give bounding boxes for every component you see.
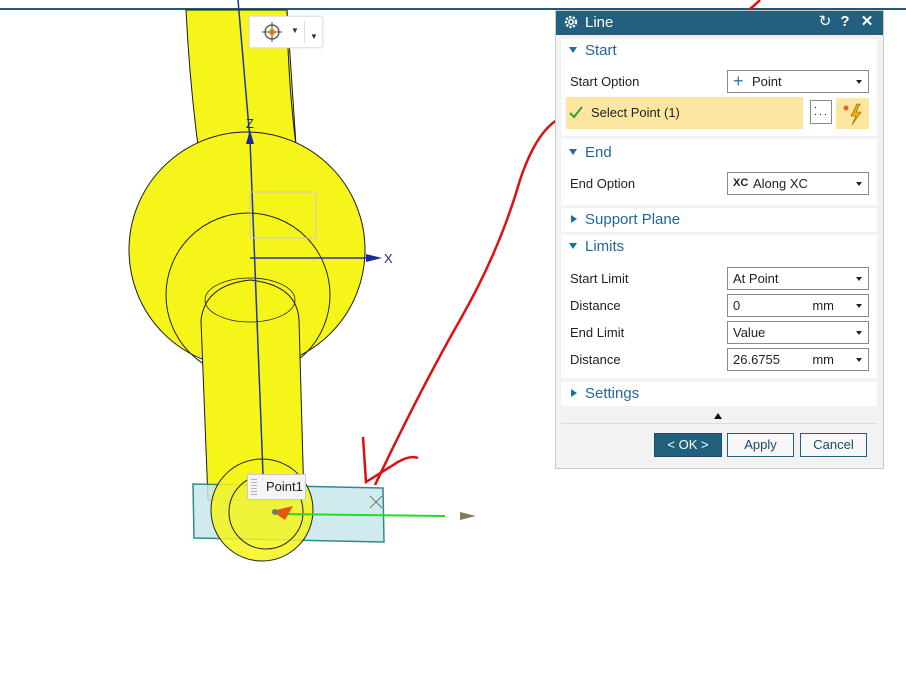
end-limit-label: End Limit	[570, 325, 625, 340]
start-section-header[interactable]: Start	[561, 42, 877, 62]
expand-arrow-icon	[571, 215, 577, 223]
settings-section: Settings	[561, 382, 877, 406]
gear-icon	[564, 15, 578, 29]
dialog-titlebar[interactable]: Line ↻ ? ✕	[556, 11, 883, 35]
end-section-header[interactable]: End	[561, 144, 877, 164]
settings-header[interactable]: Settings	[561, 385, 877, 405]
chevron-down-icon	[856, 182, 862, 186]
chevron-down-icon	[856, 331, 862, 335]
settings-label: Settings	[585, 385, 640, 402]
distance2-input[interactable]: 26.6755 mm	[727, 348, 869, 371]
chevron-down-icon	[856, 80, 862, 84]
toolbar-overflow-icon[interactable]: ▼	[310, 32, 318, 41]
chevron-down-icon[interactable]	[856, 304, 862, 308]
drag-grip-icon[interactable]	[251, 479, 257, 495]
chevron-down-icon[interactable]	[856, 358, 862, 362]
support-plane-label: Support Plane	[585, 211, 681, 228]
point-dot	[272, 509, 278, 515]
end-limit-value: Value	[733, 325, 766, 340]
end-header-label: End	[585, 144, 612, 161]
end-option-label: End Option	[570, 176, 636, 191]
start-option-dropdown[interactable]: + Point	[727, 70, 869, 93]
distance2-value: 26.6755	[733, 352, 780, 367]
distance1-input[interactable]: 0 mm	[727, 294, 869, 317]
point-dialog-button[interactable]: ... .	[810, 100, 832, 124]
end-option-prefix: XC	[733, 177, 749, 189]
ok-button[interactable]: < OK >	[654, 433, 722, 457]
limits-header-label: Limits	[585, 238, 625, 255]
support-plane-section: Support Plane	[561, 208, 877, 232]
limits-section-header[interactable]: Limits	[561, 238, 877, 258]
limits-section: Limits Start Limit At Point Distance 0 m…	[561, 235, 877, 378]
distance2-unit: mm	[812, 352, 834, 367]
select-point-label: Select Point (1)	[591, 105, 680, 120]
collapse-arrow-icon	[569, 243, 577, 249]
expand-arrow-icon	[571, 389, 577, 397]
end-option-dropdown[interactable]: XC Along XC	[727, 172, 869, 195]
point-label-tag[interactable]: Point1	[247, 474, 306, 500]
end-section: End End Option XC Along XC	[561, 139, 877, 205]
start-option-label: Start Option	[570, 74, 640, 89]
z-axis-label: Z	[246, 116, 254, 131]
support-plane-header[interactable]: Support Plane	[561, 211, 877, 231]
start-limit-dropdown[interactable]: At Point	[727, 267, 869, 290]
x-axis-label: X	[384, 251, 393, 266]
end-limit-dropdown[interactable]: Value	[727, 321, 869, 344]
inferred-point-button[interactable]	[836, 98, 869, 129]
toolbar-separator	[304, 21, 305, 43]
dialog-title: Line	[585, 14, 614, 31]
snap-toolbar: ▼ ▼	[249, 16, 323, 48]
end-option-value: Along XC	[753, 176, 808, 191]
cancel-button[interactable]: Cancel	[800, 433, 867, 457]
start-header-label: Start	[585, 42, 617, 59]
collapse-dialog-icon[interactable]	[714, 413, 722, 419]
snap-point-icon[interactable]	[261, 22, 283, 42]
point-label-text: Point1	[266, 479, 303, 494]
distance2-label: Distance	[570, 352, 621, 367]
annotation-arrow-head	[361, 436, 419, 485]
collapse-arrow-icon	[569, 47, 577, 53]
start-limit-label: Start Limit	[570, 271, 629, 286]
apply-button[interactable]: Apply	[727, 433, 794, 457]
reset-icon[interactable]: ↻	[817, 13, 833, 31]
start-option-value: Point	[752, 74, 782, 89]
direction-vector-head	[460, 512, 476, 520]
start-section: Start Start Option + Point Select Point …	[561, 39, 877, 136]
distance1-label: Distance	[570, 298, 621, 313]
checkmark-icon	[569, 106, 583, 119]
close-icon[interactable]: ✕	[859, 13, 875, 31]
collapse-arrow-icon	[569, 149, 577, 155]
point-plus-icon: +	[733, 71, 744, 91]
chevron-down-icon	[856, 277, 862, 281]
help-icon[interactable]: ?	[837, 13, 853, 31]
start-limit-value: At Point	[733, 271, 779, 286]
x-axis-arrow	[366, 254, 382, 262]
lightning-point-icon	[843, 103, 862, 126]
footer-divider	[561, 423, 877, 424]
select-point-row[interactable]: Select Point (1)	[566, 97, 803, 129]
line-dialog: Line ↻ ? ✕ Start Start Option + Point Se…	[555, 10, 884, 469]
chevron-down-icon[interactable]: ▼	[291, 26, 299, 35]
annotation-arrow-line	[373, 113, 571, 486]
distance1-unit: mm	[812, 298, 834, 313]
distance1-value: 0	[733, 298, 741, 313]
